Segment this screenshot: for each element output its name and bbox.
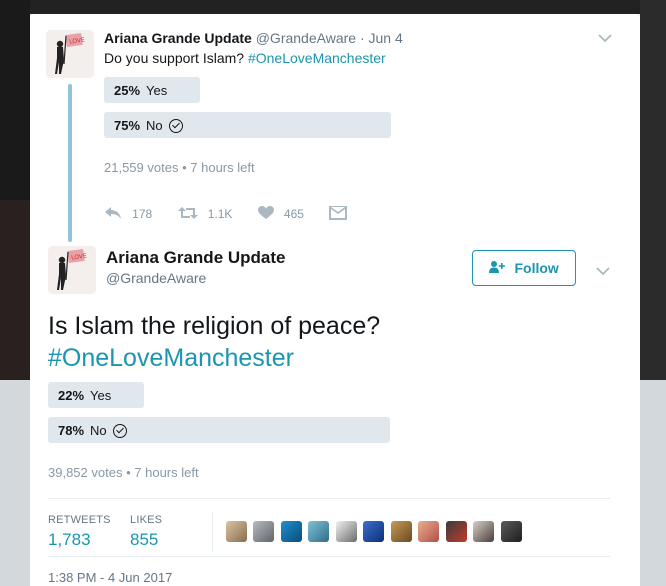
author-handle[interactable]: @GrandeAware (106, 270, 206, 286)
tweet2-text: Is Islam the religion of peace? #OneLove… (48, 310, 380, 374)
liker-avatar[interactable] (418, 521, 440, 542)
likes-count: 855 (130, 530, 159, 549)
liker-avatar[interactable] (500, 521, 522, 542)
tweet1-text: Do you support Islam? #OneLoveManchester (104, 50, 386, 66)
time-left: 7 hours left (134, 465, 199, 480)
direct-message-icon (329, 206, 348, 224)
liker-avatar[interactable] (226, 521, 247, 542)
poll-option-yes: 22% Yes (48, 382, 486, 408)
reply-count: 178 (132, 207, 153, 221)
liker-avatar[interactable] (390, 521, 412, 542)
tweet-card: LOVE Ariana Grande Update @GrandeAware ·… (30, 14, 640, 586)
tweet-timestamp[interactable]: 1:38 PM - 4 Jun 2017 (48, 570, 172, 585)
tweet-actions: 178 1.1K 465 (104, 206, 375, 224)
poll-percent: 25% (114, 83, 141, 98)
background-top-strip (30, 0, 640, 14)
background-left-image (0, 200, 30, 380)
poll-option-label: Yes (90, 388, 112, 403)
stats-separator (212, 512, 213, 552)
avatar[interactable]: LOVE (46, 30, 94, 78)
meta-separator: • (126, 465, 131, 480)
chevron-down-icon[interactable] (598, 30, 612, 46)
liker-avatar[interactable] (253, 521, 275, 542)
liker-avatar[interactable] (335, 521, 357, 542)
hashtag-link[interactable]: #OneLoveManchester (48, 342, 380, 374)
liker-avatar[interactable] (445, 521, 467, 542)
background-right-strip (640, 0, 666, 380)
likes-label: LIKES (130, 514, 163, 526)
retweet-icon (177, 207, 202, 224)
reply-icon (104, 207, 126, 224)
tweet1-header: Ariana Grande Update @GrandeAware · Jun … (104, 30, 403, 46)
author-name[interactable]: Ariana Grande Update (106, 248, 286, 268)
likes-stat[interactable]: LIKES 855 (130, 514, 162, 550)
tweet-body: Do you support Islam? (104, 50, 245, 66)
retweets-label: RETWEETS (48, 514, 111, 526)
poll-percent: 75% (114, 118, 141, 133)
poll-option-label: No (90, 423, 107, 438)
direct-message-button[interactable] (329, 206, 353, 224)
retweets-stat[interactable]: RETWEETS 1,783 (48, 514, 111, 550)
poll-option-label: No (146, 118, 163, 133)
poll-option-label: Yes (146, 83, 168, 98)
poll-percent: 22% (58, 388, 85, 403)
date-separator: · (359, 30, 365, 46)
heart-icon (257, 206, 278, 224)
vote-count: 21,559 votes (104, 160, 179, 175)
retweets-count: 1,783 (48, 530, 91, 549)
liker-avatar[interactable] (363, 521, 385, 542)
avatar[interactable]: LOVE (48, 246, 96, 294)
liker-avatars (226, 521, 524, 547)
tweet-date[interactable]: Jun 4 (369, 30, 403, 46)
hashtag-link[interactable]: #OneLoveManchester (248, 50, 386, 66)
poll-percent: 78% (58, 423, 85, 438)
meta-separator: • (182, 160, 187, 175)
retweet-count: 1.1K (207, 207, 233, 221)
author-handle[interactable]: @GrandeAware (256, 30, 356, 46)
check-circle-icon (112, 424, 127, 438)
check-circle-icon (168, 119, 183, 133)
reply-button[interactable]: 178 (104, 206, 152, 224)
liker-avatar[interactable] (280, 521, 302, 542)
follow-button[interactable]: Follow (472, 250, 576, 286)
poll-meta: 39,852 votes • 7 hours left (48, 465, 199, 480)
author-name[interactable]: Ariana Grande Update (104, 30, 252, 46)
time-left: 7 hours left (190, 160, 255, 175)
follow-label: Follow (514, 260, 559, 276)
poll-option-no: 75% No (104, 112, 486, 138)
divider (48, 498, 610, 499)
thread-line (68, 84, 72, 242)
poll-option-yes: 25% Yes (104, 77, 486, 103)
divider (48, 556, 610, 557)
liker-avatar[interactable] (308, 521, 330, 542)
tweet-body: Is Islam the religion of peace? (48, 312, 381, 340)
vote-count: 39,852 votes (48, 465, 123, 480)
poll-option-no: 78% No (48, 417, 486, 443)
poll-meta: 21,559 votes • 7 hours left (104, 160, 255, 175)
add-user-icon (489, 261, 508, 276)
chevron-down-icon[interactable] (596, 263, 610, 279)
liker-avatar[interactable] (473, 521, 495, 542)
retweet-button[interactable]: 1.1K (177, 206, 233, 224)
like-count: 465 (283, 207, 304, 221)
like-button[interactable]: 465 (257, 206, 304, 224)
